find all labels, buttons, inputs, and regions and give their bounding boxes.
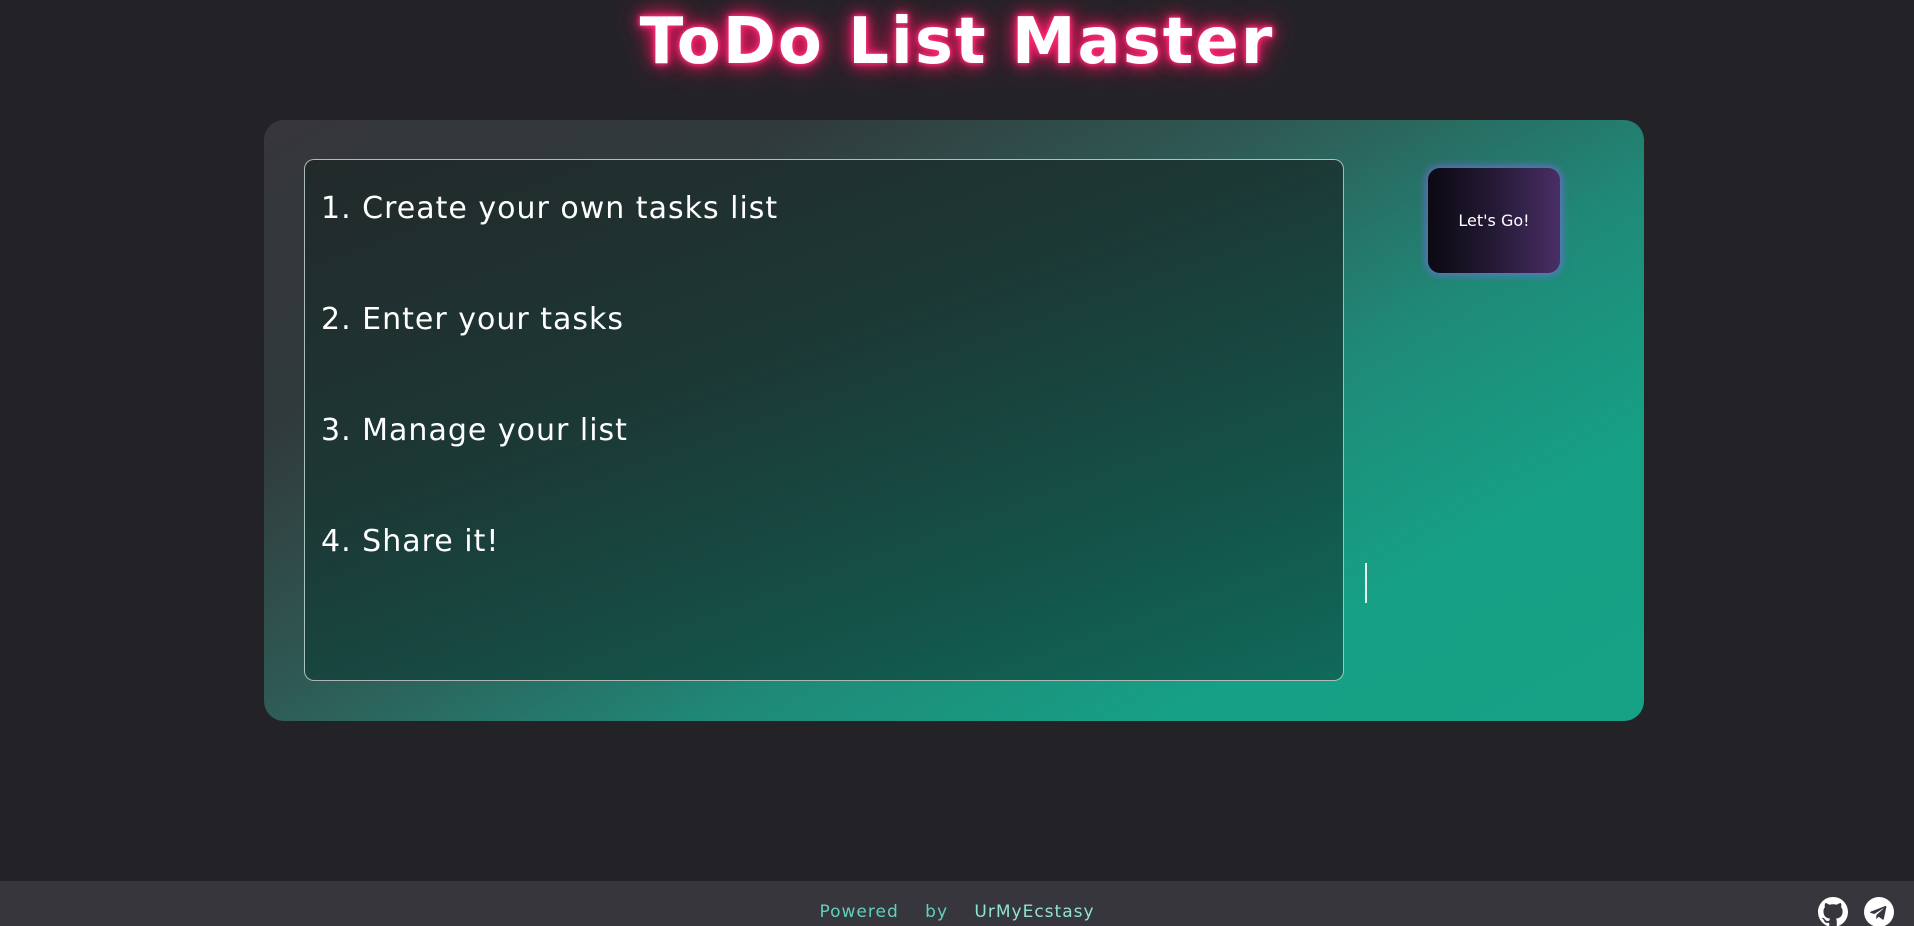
intro-card: 1. Create your own tasks list 2. Enter y… — [264, 120, 1644, 721]
github-icon — [1818, 897, 1848, 926]
step-item: 2. Enter your tasks — [321, 302, 624, 337]
by-label: by — [925, 902, 949, 922]
author-name: UrMyEcstasy — [974, 902, 1095, 922]
powered-by-text: Powered by UrMyEcstasy — [0, 901, 1914, 923]
telegram-link[interactable] — [1864, 897, 1894, 926]
text-caret — [1365, 563, 1367, 603]
lets-go-button[interactable]: Let's Go! — [1428, 168, 1560, 273]
page: ToDo List Master 1. Create your own task… — [0, 0, 1914, 926]
step-item: 1. Create your own tasks list — [321, 191, 779, 226]
powered-label: Powered — [819, 902, 899, 922]
app-title: ToDo List Master — [639, 5, 1275, 79]
steps-panel[interactable]: 1. Create your own tasks list 2. Enter y… — [304, 159, 1367, 681]
telegram-icon — [1864, 897, 1894, 926]
step-item: 3. Manage your list — [321, 413, 628, 448]
github-link[interactable] — [1818, 897, 1848, 926]
step-item: 4. Share it! — [321, 524, 500, 559]
footer: Powered by UrMyEcstasy — [0, 881, 1914, 926]
